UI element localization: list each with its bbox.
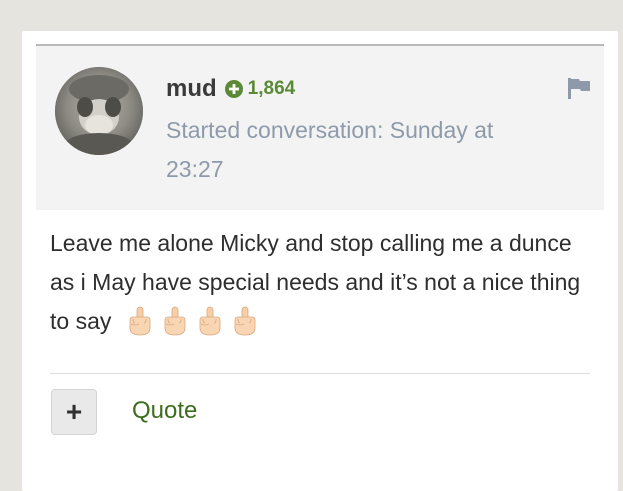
quote-link[interactable]: Quote — [132, 397, 197, 425]
flag-icon[interactable] — [566, 76, 592, 100]
middle-finger-emoji — [129, 306, 151, 336]
post-card: mud 1,864 Started conversation: Sunday a… — [22, 31, 618, 491]
meta-started: Started conversation: Sunday at — [166, 117, 494, 143]
avatar[interactable] — [55, 67, 143, 155]
divider — [50, 373, 590, 374]
plus-circle-icon — [224, 80, 243, 98]
meta-time[interactable]: 23:27 — [166, 150, 566, 189]
conversation-meta: Started conversation: Sunday at 23:27 — [166, 111, 566, 189]
reputation-count: 1,864 — [247, 78, 296, 99]
multiquote-plus-button[interactable]: + — [51, 389, 97, 435]
middle-finger-emoji — [164, 306, 186, 336]
author-line: mud 1,864 — [166, 74, 295, 104]
middle-finger-emoji — [234, 306, 256, 336]
emoji-row — [126, 306, 259, 336]
post-header: mud 1,864 Started conversation: Sunday a… — [36, 44, 604, 210]
middle-finger-emoji — [199, 306, 221, 336]
author-name[interactable]: mud — [166, 75, 217, 103]
post-body: Leave me alone Micky and stop calling me… — [50, 224, 590, 341]
avatar-image — [55, 67, 143, 155]
